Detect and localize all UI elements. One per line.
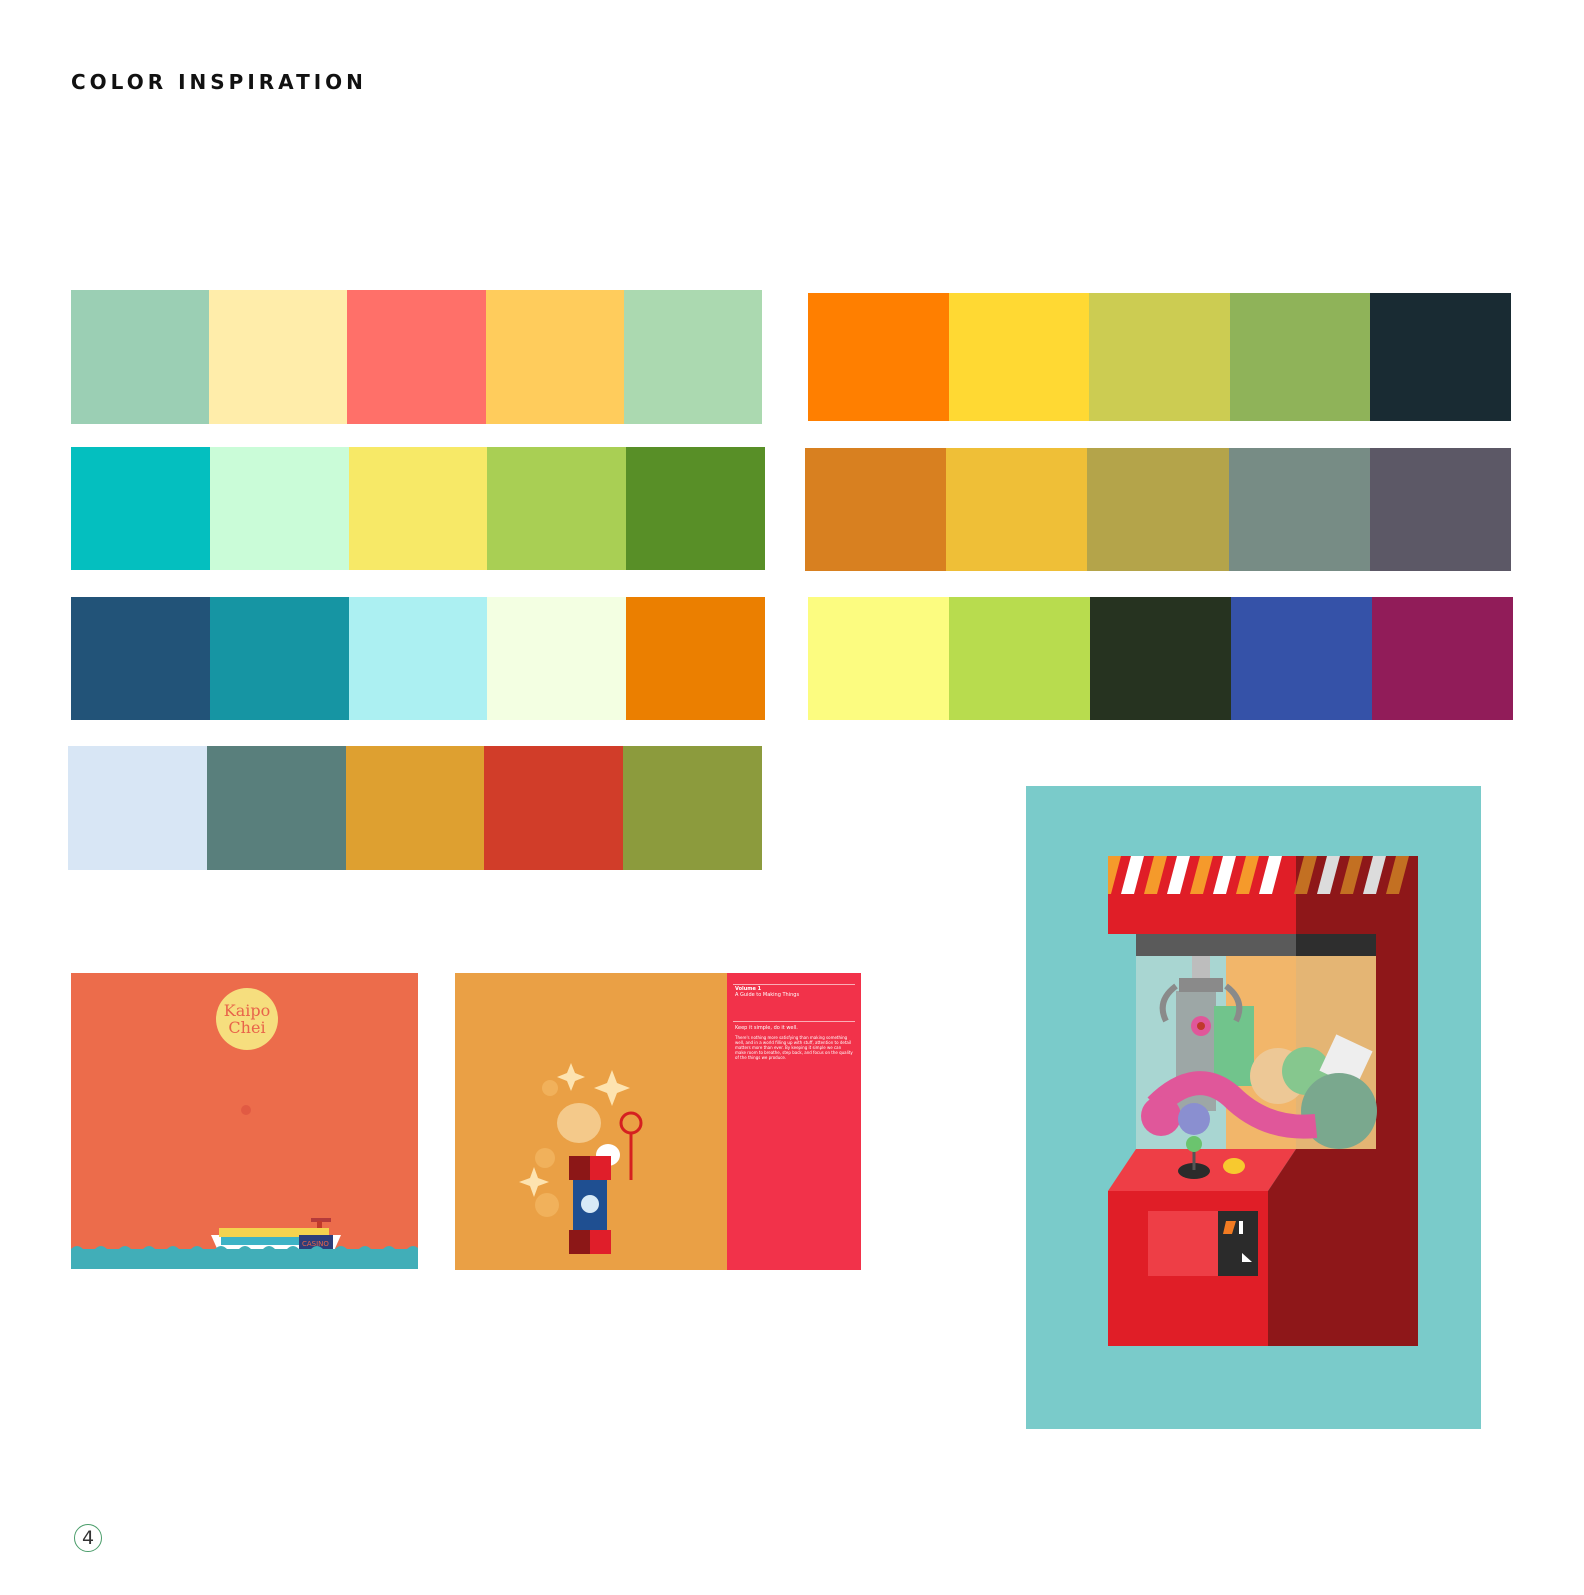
- palette-7: [68, 746, 762, 870]
- color-swatch: [1087, 448, 1229, 571]
- palette-5: [71, 597, 765, 720]
- palette-2: [808, 293, 1511, 421]
- palette-3: [71, 447, 765, 570]
- color-swatch: [1231, 597, 1372, 720]
- page-number: 4: [74, 1524, 102, 1552]
- color-swatch: [71, 597, 210, 720]
- color-swatch: [805, 448, 947, 571]
- color-swatch: [626, 447, 765, 570]
- color-swatch: [946, 448, 1088, 571]
- color-swatch: [1228, 448, 1370, 571]
- color-swatch: [948, 293, 1090, 421]
- bubble-machine-illustration: [519, 1063, 643, 1254]
- wave-line: [71, 1246, 418, 1251]
- color-swatch: [209, 447, 349, 570]
- color-swatch: [1372, 597, 1513, 720]
- color-swatch: [345, 746, 485, 870]
- color-swatch: [347, 290, 486, 424]
- cruise-ship-illustration: CASINO: [211, 1218, 341, 1253]
- color-swatch: [71, 290, 210, 424]
- book-body: There's nothing more satisfying than mak…: [735, 1035, 853, 1060]
- color-swatch: [949, 597, 1090, 720]
- color-swatch: [485, 290, 624, 424]
- color-swatch: [484, 746, 624, 870]
- color-swatch: [348, 447, 488, 570]
- claw-machine-illustration: [1108, 856, 1418, 1346]
- color-swatch: [68, 746, 207, 870]
- color-swatch: [808, 597, 949, 720]
- divider: [733, 1021, 855, 1022]
- color-swatch: [209, 290, 348, 424]
- color-swatch: [623, 290, 763, 424]
- palette-1: [71, 290, 763, 424]
- color-swatch: [209, 597, 349, 720]
- color-swatch: [1370, 293, 1511, 421]
- color-swatch: [348, 597, 488, 720]
- color-swatch: [487, 447, 627, 570]
- color-swatch: [1229, 293, 1371, 421]
- color-swatch: [206, 746, 346, 870]
- page-title: COLOR INSPIRATION: [71, 70, 367, 94]
- book-spread-image: Volume 1 A Guide to Making Things Keep i…: [455, 973, 861, 1270]
- palette-6: [808, 597, 1513, 720]
- claw-machine-image: [1026, 786, 1481, 1429]
- color-swatch: [623, 746, 762, 870]
- color-swatch: [1089, 293, 1230, 421]
- book-heading: Keep it simple, do it well.: [735, 1025, 798, 1031]
- color-swatch: [626, 597, 765, 720]
- color-swatch: [1090, 597, 1231, 720]
- divider: [733, 984, 855, 985]
- book-subtitle: A Guide to Making Things: [735, 992, 800, 998]
- color-swatch: [71, 447, 210, 570]
- kaipo-poster-image: Kaipo Chei CASINO: [71, 973, 418, 1269]
- color-swatch: [487, 597, 627, 720]
- palette-4: [805, 448, 1512, 571]
- book-text-panel: Volume 1 A Guide to Making Things Keep i…: [727, 973, 861, 1270]
- sea-water: [71, 1249, 418, 1269]
- color-swatch: [808, 293, 949, 421]
- color-swatch: [1369, 448, 1512, 571]
